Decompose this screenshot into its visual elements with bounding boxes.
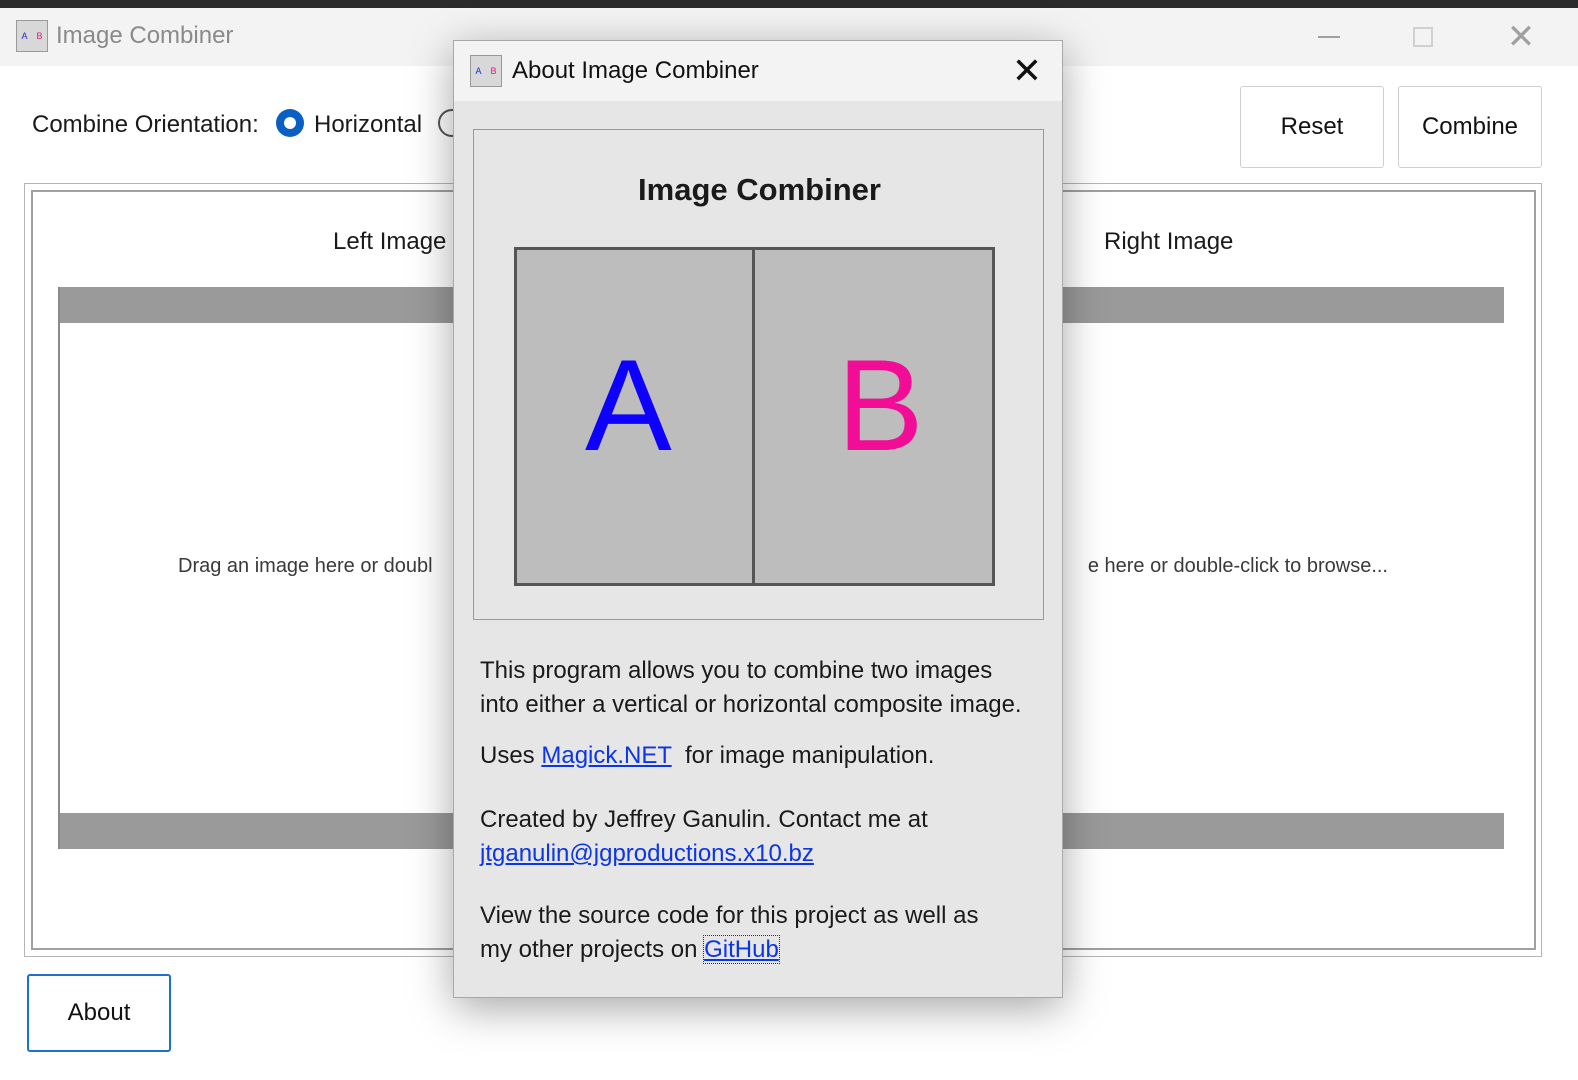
dialog-title: About Image Combiner [512,57,759,84]
library-suffix: for image manipulation. [671,742,935,769]
reset-button[interactable]: Reset [1240,86,1384,168]
source-line-1: View the source code for this project as… [480,902,979,929]
close-icon: ✕ [1506,18,1536,56]
about-button[interactable]: About [27,974,171,1052]
close-button[interactable]: ✕ [1474,8,1568,66]
author-line: Created by Jeffrey Ganulin. Contact me a… [480,806,928,833]
combine-button[interactable]: Combine [1398,86,1542,168]
window-title: Image Combiner [56,22,234,49]
drop-zone-bottom-bar [60,813,458,849]
logo-box: Image Combiner A B [473,129,1044,620]
logo-letter-a: A [585,332,672,478]
left-image-heading: Left Image [333,228,447,255]
logo-divider [752,250,755,583]
minimize-button[interactable] [1282,8,1376,66]
drop-zone-top-bar [60,287,458,323]
email-link[interactable]: jtganulin@jgproductions.x10.bz [480,840,814,867]
left-image-drop-zone[interactable]: Drag an image here or doubl [58,287,458,849]
description-line-1: This program allows you to combine two i… [480,657,993,684]
orientation-label: Combine Orientation: [32,111,259,138]
dialog-title-bar: AB About Image Combiner ✕ [454,41,1062,101]
left-drop-hint: Drag an image here or doubl [178,555,433,577]
description-line-2: into either a vertical or horizontal com… [480,691,1022,718]
logo-image: A B [514,247,995,586]
background-window-strip [0,0,1578,8]
logo-title: Image Combiner [638,172,881,207]
github-link[interactable]: GitHub [703,935,780,964]
description-paragraph: This program allows you to combine two i… [480,654,1022,722]
maximize-icon [1413,27,1433,47]
horizontal-radio[interactable] [276,109,304,137]
source-line-2: my other projects on [480,936,705,963]
library-prefix: Uses [480,742,542,769]
maximize-button[interactable] [1376,8,1470,66]
magick-net-link[interactable]: Magick.NET [541,742,671,769]
right-drop-hint: e here or double-click to browse... [1087,555,1388,577]
right-image-heading: Right Image [1104,228,1234,255]
author-paragraph: Created by Jeffrey Ganulin. Contact me a… [480,803,928,871]
horizontal-radio-label[interactable]: Horizontal [314,111,422,139]
close-icon: ✕ [1011,50,1043,91]
source-paragraph: View the source code for this project as… [480,899,978,967]
drop-zone-bottom-bar [1058,813,1504,849]
app-icon: AB [16,20,48,52]
library-paragraph: Uses Magick.NET for image manipulation. [480,739,934,773]
right-image-drop-zone[interactable]: e here or double-click to browse... [1058,287,1504,849]
dialog-close-button[interactable]: ✕ [1002,47,1052,95]
about-dialog: AB About Image Combiner ✕ Image Combiner… [453,40,1063,998]
minimize-icon [1318,36,1340,38]
logo-letter-b: B [837,332,924,478]
app-icon: AB [470,55,502,87]
